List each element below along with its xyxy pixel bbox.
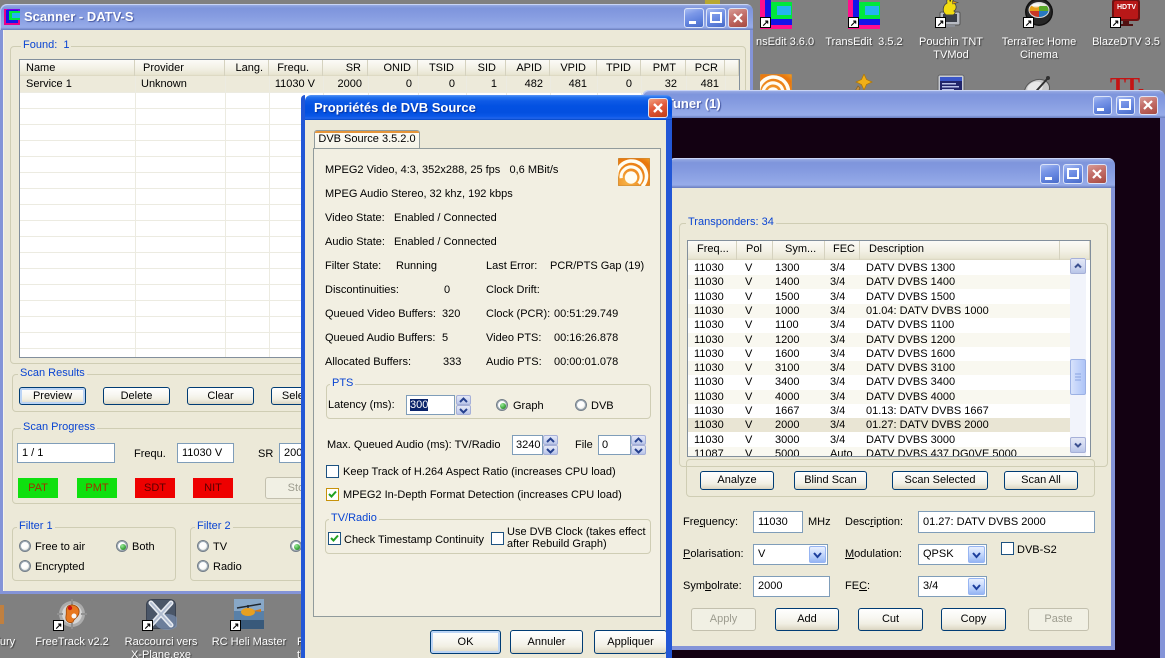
svg-text:HDTV: HDTV — [1117, 4, 1136, 11]
